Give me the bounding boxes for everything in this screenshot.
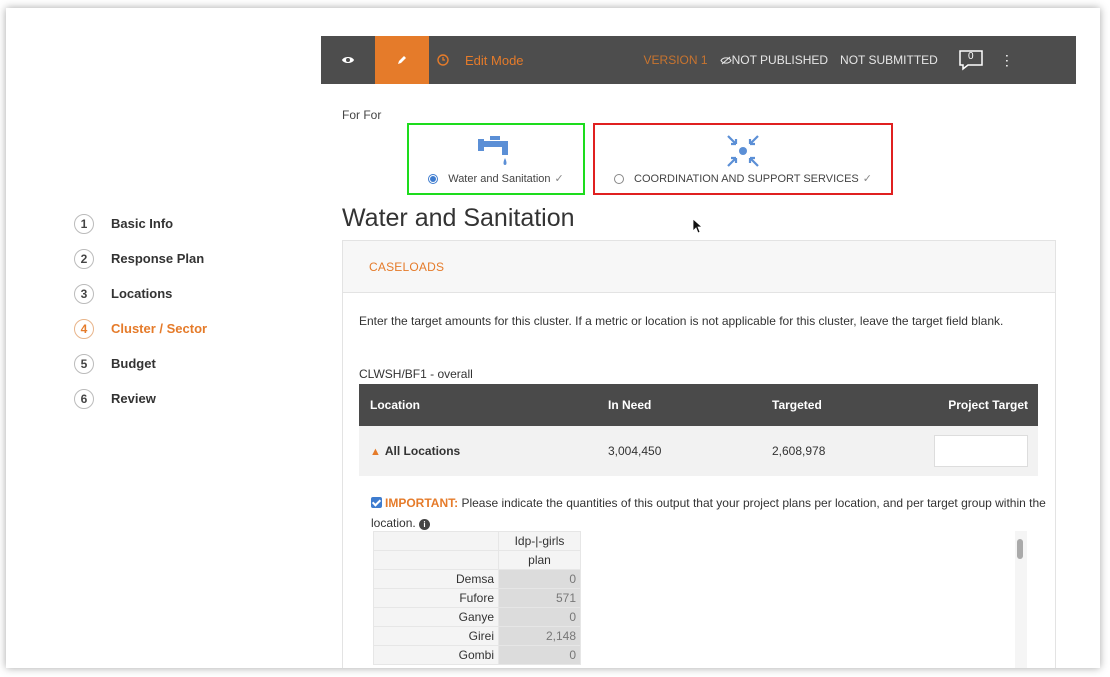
table-row: Ganye 0 xyxy=(373,607,581,627)
eye-slash-icon xyxy=(719,56,732,65)
grid-subheader-row: plan xyxy=(373,550,581,570)
page-title: Water and Sanitation xyxy=(342,204,575,232)
project-target-input[interactable] xyxy=(934,435,1028,467)
edit-mode-label: Edit Mode xyxy=(465,52,524,68)
view-button[interactable] xyxy=(321,36,375,84)
scrollbar-thumb[interactable] xyxy=(1017,539,1023,559)
step-label: Review xyxy=(111,391,156,406)
step-nav: 1 Basic Info 2 Response Plan 3 Locations… xyxy=(74,206,207,416)
cluster-option-water-sanitation[interactable]: Water and Sanitation ✓ xyxy=(407,123,585,195)
location-name: Ganye xyxy=(373,607,499,627)
eye-icon xyxy=(342,57,354,63)
warning-icon: ▲ xyxy=(370,446,381,458)
caseloads-panel: CASELOADS Enter the target amounts for t… xyxy=(342,240,1056,668)
plan-value-cell[interactable]: 0 xyxy=(498,645,581,665)
metric-label: CLWSH/BF1 - overall xyxy=(359,367,473,381)
step-label: Basic Info xyxy=(111,216,174,231)
panel-header-label: CASELOADS xyxy=(369,259,445,274)
location-name: Girei xyxy=(373,626,499,646)
location-cell: ▲ All Locations xyxy=(359,426,597,476)
cluster-option-coordination[interactable]: COORDINATION AND SUPPORT SERVICES ✓ xyxy=(593,123,893,195)
important-text: Please indicate the quantities of this o… xyxy=(371,496,1046,530)
option-label: Water and Sanitation xyxy=(448,172,551,185)
check-icon: ✓ xyxy=(862,173,872,185)
table-row: ▲ All Locations 3,004,450 2,608,978 xyxy=(359,426,1038,476)
top-toolbar: Edit Mode VERSION 1 NOT PUBLISHED NOT SU… xyxy=(321,36,1076,84)
history-button[interactable] xyxy=(429,54,457,66)
step-response-plan[interactable]: 2 Response Plan xyxy=(74,241,207,276)
location-plan-grid: Idp-|-girls plan Demsa 0 Fufore 571 Gany… xyxy=(373,531,581,665)
step-cluster-sector[interactable]: 4 Cluster / Sector xyxy=(74,311,207,346)
comment-count: 0 xyxy=(968,51,974,62)
sub-header: plan xyxy=(498,550,581,570)
caseload-table: Location In Need Targeted Project Target… xyxy=(359,384,1038,476)
col-header: Project Target xyxy=(923,384,1038,426)
pencil-icon xyxy=(398,56,406,64)
group-header: Idp-|-girls xyxy=(498,531,581,551)
step-label: Response Plan xyxy=(111,251,205,266)
location-name: Demsa xyxy=(373,569,499,589)
plan-value-cell[interactable]: 0 xyxy=(498,607,581,627)
version-label: VERSION 1 xyxy=(643,53,708,67)
col-header: In Need xyxy=(597,384,761,426)
step-review[interactable]: 6 Review xyxy=(74,381,207,416)
step-number: 6 xyxy=(74,388,94,409)
edit-button[interactable] xyxy=(375,36,429,84)
step-budget[interactable]: 5 Budget xyxy=(74,346,207,381)
step-number: 5 xyxy=(74,353,94,374)
panel-header[interactable]: CASELOADS xyxy=(343,241,1055,293)
step-basic-info[interactable]: 1 Basic Info xyxy=(74,206,207,241)
coordination-arrows-icon xyxy=(727,135,759,167)
water-tap-icon xyxy=(478,136,508,165)
important-checkbox[interactable] xyxy=(371,497,382,508)
plan-value-cell[interactable]: 0 xyxy=(498,569,581,589)
published-status: NOT PUBLISHED xyxy=(719,53,829,67)
step-label: Cluster / Sector xyxy=(111,321,208,336)
step-number: 1 xyxy=(74,213,94,234)
step-number: 3 xyxy=(74,283,94,304)
submitted-status: NOT SUBMITTED xyxy=(840,53,938,67)
clock-icon xyxy=(437,54,449,66)
comments-button[interactable]: 0 xyxy=(958,49,984,71)
plan-value-cell[interactable]: 571 xyxy=(498,588,581,608)
table-row: Gombi 0 xyxy=(373,645,581,665)
info-icon[interactable]: i xyxy=(419,519,431,530)
location-name: Fufore xyxy=(373,588,499,608)
grid-header-row: Idp-|-girls xyxy=(373,531,581,551)
grid-corner xyxy=(373,550,499,570)
more-options-icon[interactable]: ⋮ xyxy=(1000,52,1014,69)
for-label: For For xyxy=(342,108,382,122)
in-need-cell: 3,004,450 xyxy=(597,426,761,476)
grid-corner xyxy=(373,531,499,551)
col-header: Location xyxy=(359,384,597,426)
important-label: IMPORTANT: xyxy=(385,496,459,510)
intro-text: Enter the target amounts for this cluste… xyxy=(359,314,1004,328)
step-number: 2 xyxy=(74,248,94,269)
table-row: Fufore 571 xyxy=(373,588,581,608)
grid-scrollbar[interactable] xyxy=(1015,531,1027,668)
location-name: Gombi xyxy=(373,645,499,665)
plan-value-cell[interactable]: 2,148 xyxy=(498,626,581,646)
project-target-cell xyxy=(923,426,1038,476)
step-label: Locations xyxy=(111,286,173,301)
targeted-cell: 2,608,978 xyxy=(761,426,923,476)
step-number: 4 xyxy=(74,318,94,339)
location-name: All Locations xyxy=(384,444,461,458)
check-icon: ✓ xyxy=(554,173,564,185)
radio-coordination[interactable] xyxy=(614,173,625,184)
step-locations[interactable]: 3 Locations xyxy=(74,276,207,311)
table-header-row: Location In Need Targeted Project Target xyxy=(359,384,1038,426)
option-label: COORDINATION AND SUPPORT SERVICES xyxy=(634,172,859,185)
col-header: Targeted xyxy=(761,384,923,426)
step-label: Budget xyxy=(111,356,156,371)
table-row: Demsa 0 xyxy=(373,569,581,589)
mouse-cursor-icon xyxy=(692,218,704,234)
table-row: Girei 2,148 xyxy=(373,626,581,646)
radio-water-sanitation[interactable] xyxy=(428,173,439,184)
published-status-text: NOT PUBLISHED xyxy=(731,53,829,67)
important-note: IMPORTANT: Please indicate the quantitie… xyxy=(371,493,1047,533)
app-frame: 1 Basic Info 2 Response Plan 3 Locations… xyxy=(6,8,1100,668)
